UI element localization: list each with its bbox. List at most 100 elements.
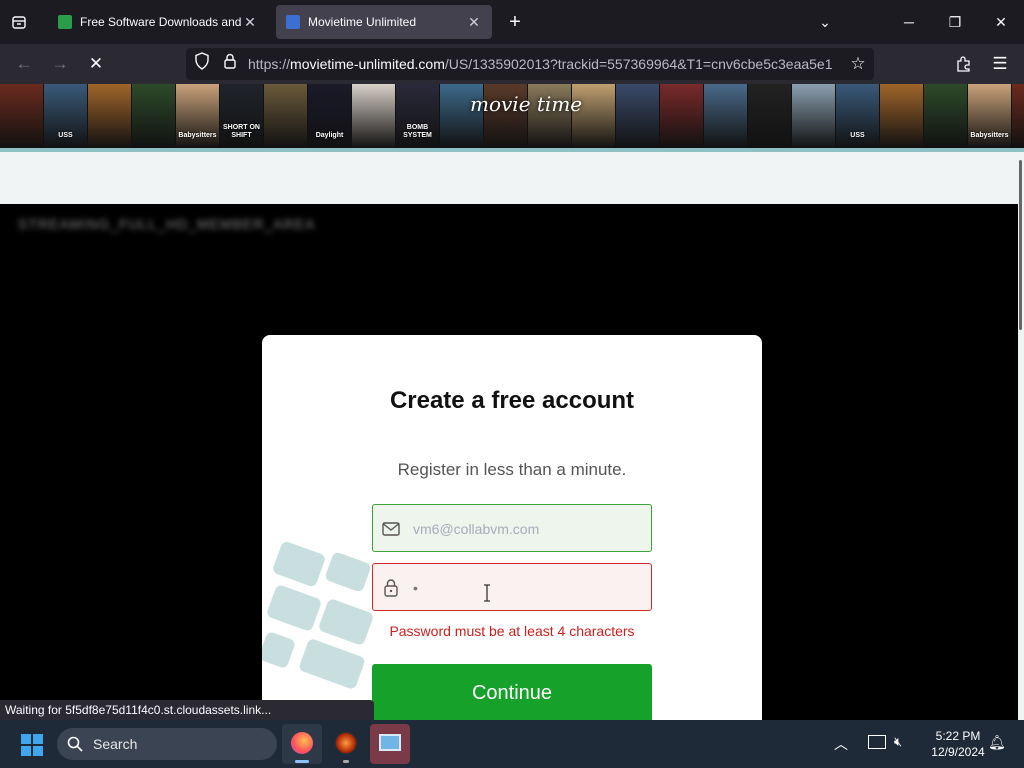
url-text[interactable]: https://movietime-unlimited.com/US/13359… xyxy=(248,56,840,72)
movie-poster[interactable] xyxy=(880,84,924,148)
firefox-icon xyxy=(291,732,313,754)
close-tab-icon[interactable]: ✕ xyxy=(466,14,482,31)
bookmark-star-icon[interactable]: ☆ xyxy=(846,52,870,76)
text-cursor-icon xyxy=(484,584,490,602)
running-indicator xyxy=(343,760,349,763)
loading-favicon-icon xyxy=(286,15,300,29)
poster-title: USS xyxy=(58,132,73,139)
taskbar: Search ︿ 🔇︎ 5:22 PM 12/9/2024 🔔︎ xyxy=(0,720,1024,768)
back-arrow-icon[interactable]: ← xyxy=(12,52,36,76)
menu-hamburger-icon[interactable]: ☰ xyxy=(988,52,1012,76)
poster-title: Babysitters xyxy=(178,132,217,139)
restore-button[interactable]: ❐ xyxy=(940,8,970,36)
decorative-shape xyxy=(324,551,372,593)
stop-loading-icon[interactable]: ✕ xyxy=(84,52,108,76)
app-taskbar-button[interactable] xyxy=(326,724,366,764)
poster-title: BOMB SYSTEM xyxy=(403,124,432,139)
tray-icon xyxy=(12,16,26,29)
active-indicator xyxy=(295,760,309,763)
firefox-taskbar-button[interactable] xyxy=(282,724,322,764)
movie-poster[interactable] xyxy=(132,84,176,148)
movie-poster[interactable] xyxy=(660,84,704,148)
email-field[interactable]: vm6@collabvm.com xyxy=(372,504,652,552)
poster-title: Babysitters xyxy=(970,132,1009,139)
site-favicon-icon xyxy=(58,15,72,29)
movie-poster[interactable]: SHORT ON SHIFT xyxy=(220,84,264,148)
extensions-icon[interactable] xyxy=(952,52,976,76)
page-content: STREAMING_FULL_HD_MEMBER_AREA Create a f… xyxy=(0,152,1018,720)
app-orb-icon xyxy=(335,732,357,754)
search-icon xyxy=(67,736,83,752)
signup-modal: Create a free account Register in less t… xyxy=(262,335,762,720)
password-field[interactable]: • xyxy=(372,563,652,611)
lock-icon[interactable] xyxy=(218,52,242,76)
close-window-button[interactable]: ✕ xyxy=(986,8,1016,36)
minimize-button[interactable]: ─ xyxy=(894,8,924,36)
taskbar-search[interactable]: Search xyxy=(57,728,277,760)
notification-bell-icon[interactable]: 🔔︎ xyxy=(988,734,1006,751)
show-hidden-icons-chevron-icon[interactable]: ︿ xyxy=(834,734,848,754)
volume-muted-icon[interactable]: 🔇︎ xyxy=(894,734,902,750)
password-error-message: Password must be at least 4 characters xyxy=(389,623,635,639)
tracking-shield-icon[interactable] xyxy=(190,52,214,76)
tab-free-software[interactable]: Free Software Downloads and R ✕ xyxy=(48,5,268,39)
windows-logo-icon xyxy=(21,734,43,756)
password-value: • xyxy=(413,580,418,596)
tab-movietime[interactable]: Movietime Unlimited ✕ xyxy=(276,5,492,39)
email-value: vm6@collabvm.com xyxy=(413,521,540,537)
search-label: Search xyxy=(93,736,138,752)
movie-poster[interactable] xyxy=(264,84,308,148)
movie-poster[interactable] xyxy=(1012,84,1024,148)
system-clock[interactable]: 5:22 PM 12/9/2024 xyxy=(918,728,998,760)
address-bar[interactable]: https://movietime-unlimited.com/US/13359… xyxy=(186,48,874,80)
modal-subtitle: Register in less than a minute. xyxy=(397,460,627,479)
poster-title: Daylight xyxy=(315,132,344,139)
site-logo[interactable]: movie time xyxy=(470,92,582,116)
movie-poster[interactable] xyxy=(352,84,396,148)
decorative-shape xyxy=(297,637,367,691)
envelope-icon xyxy=(382,522,400,536)
control-panel-taskbar-button[interactable] xyxy=(370,724,410,764)
movie-poster[interactable] xyxy=(88,84,132,148)
movie-poster[interactable] xyxy=(792,84,836,148)
movie-poster[interactable]: Babysitters xyxy=(176,84,220,148)
tab-bar: Free Software Downloads and R ✕ Movietim… xyxy=(0,0,1024,44)
continue-button[interactable]: Continue xyxy=(372,664,652,720)
lock-icon xyxy=(384,579,398,597)
clock-date: 12/9/2024 xyxy=(931,745,985,759)
page-header-strip xyxy=(0,152,1018,204)
movie-poster[interactable] xyxy=(704,84,748,148)
tab-title: Free Software Downloads and R xyxy=(80,15,242,29)
page-scrollbar[interactable] xyxy=(1018,152,1024,720)
forward-arrow-icon[interactable]: → xyxy=(48,52,72,76)
movie-poster[interactable] xyxy=(748,84,792,148)
movie-poster[interactable]: Daylight xyxy=(308,84,352,148)
windows-start-icon[interactable] xyxy=(20,733,44,762)
url-path: /US/1335902013?trackid=557369964&T1=cnv6… xyxy=(444,56,833,72)
network-icon[interactable] xyxy=(868,735,886,749)
list-tabs-chevron-icon[interactable]: ⌄ xyxy=(810,8,840,36)
movie-poster[interactable]: USS xyxy=(836,84,880,148)
poster-title: SHORT ON SHIFT xyxy=(223,124,260,139)
movie-poster[interactable] xyxy=(924,84,968,148)
movie-poster[interactable]: Babysitters xyxy=(968,84,1012,148)
movie-poster[interactable]: BOMB SYSTEM xyxy=(396,84,440,148)
tab-overview-icon[interactable] xyxy=(4,8,34,36)
movie-poster[interactable]: USS xyxy=(44,84,88,148)
decorative-shape xyxy=(271,540,327,588)
monitor-icon xyxy=(379,734,401,751)
movie-poster[interactable] xyxy=(616,84,660,148)
modal-title: Create a free account xyxy=(389,387,635,414)
new-tab-button[interactable]: + xyxy=(500,8,530,36)
clock-time: 5:22 PM xyxy=(935,729,981,743)
tab-title: Movietime Unlimited xyxy=(308,15,417,29)
scrollbar-thumb[interactable] xyxy=(1019,160,1022,330)
close-tab-icon[interactable]: ✕ xyxy=(242,14,258,31)
navigation-bar: ← → ✕ https://movietime-unlimited.com/US… xyxy=(0,44,1024,84)
shield-icon xyxy=(195,52,209,70)
status-bar: Waiting for 5f5df8e75d11f4c0.st.cloudass… xyxy=(0,700,374,720)
poster-title: USS xyxy=(850,132,865,139)
blurred-heading: STREAMING_FULL_HD_MEMBER_AREA xyxy=(18,216,316,232)
padlock-icon xyxy=(224,53,236,69)
movie-poster[interactable] xyxy=(0,84,44,148)
